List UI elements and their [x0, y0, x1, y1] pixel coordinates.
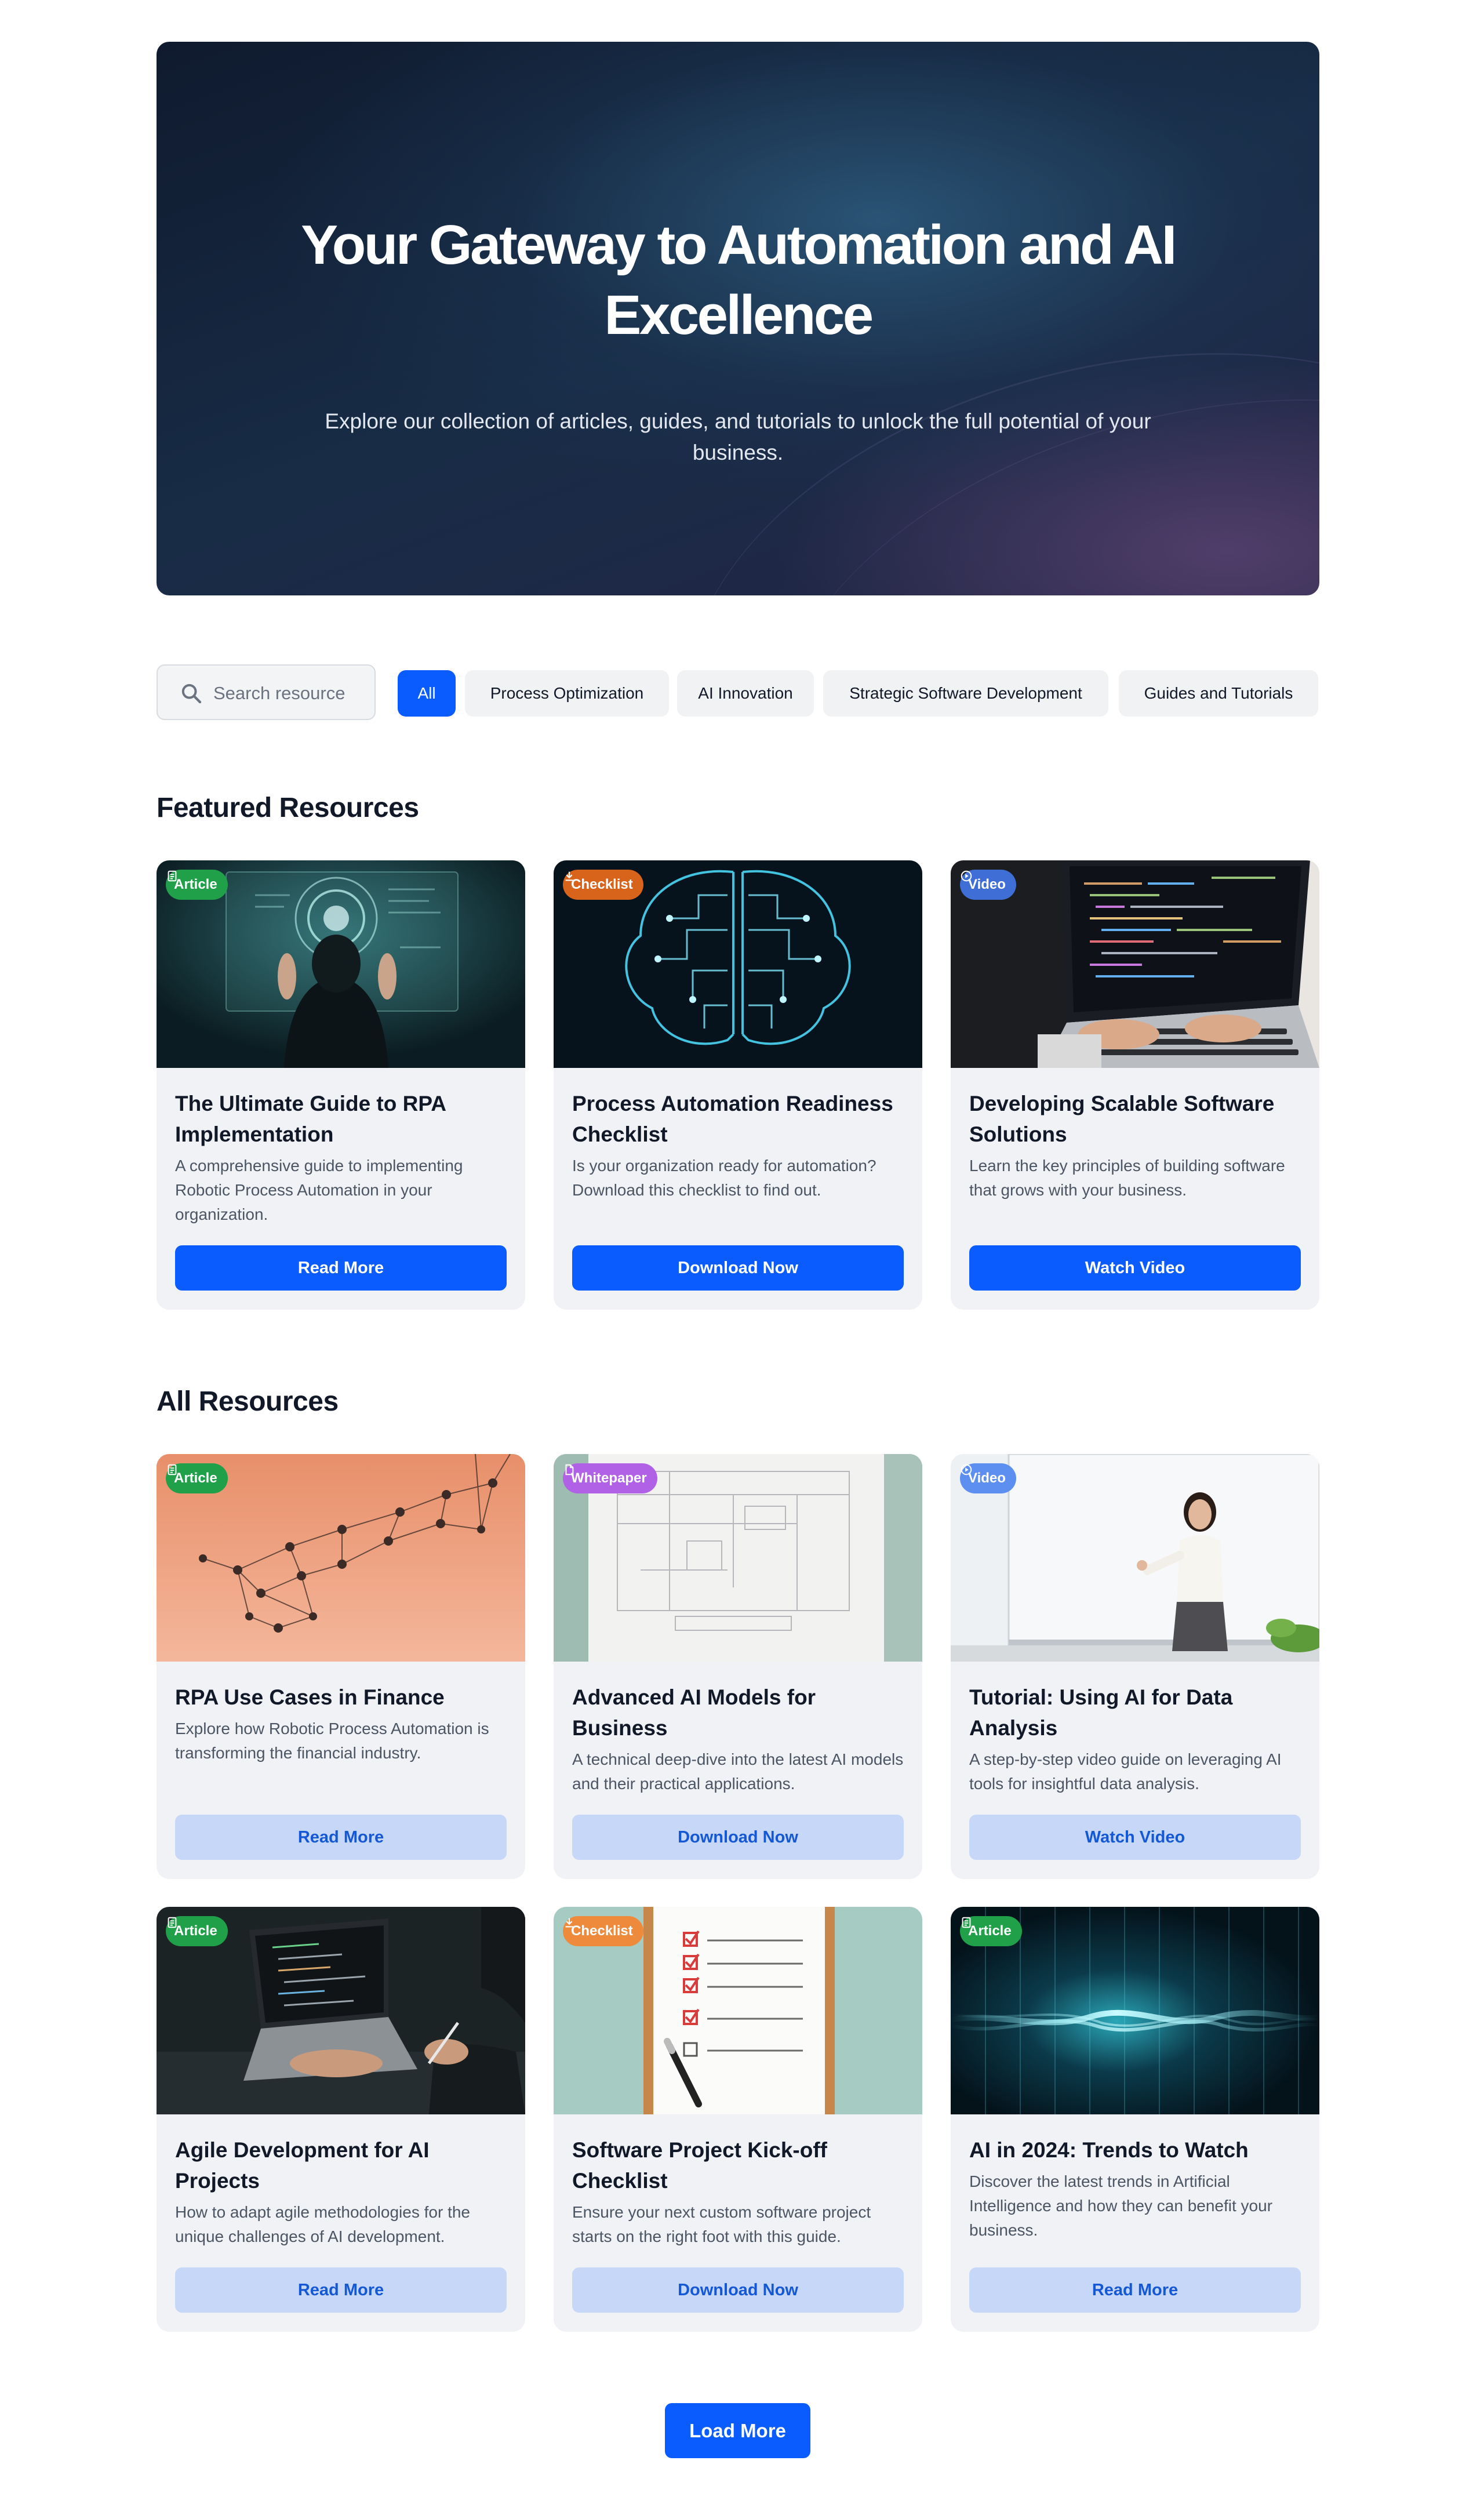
card-title: AI in 2024: Trends to Watch: [969, 2138, 1249, 2162]
card-title: Tutorial: Using AI for Data Analysis: [969, 1685, 1233, 1740]
filter-strategic-software-development[interactable]: Strategic Software Development: [823, 670, 1108, 717]
filter-process-optimization[interactable]: Process Optimization: [465, 670, 669, 717]
filter-ai-innovation[interactable]: AI Innovation: [677, 670, 814, 717]
document-icon: [962, 1917, 971, 1928]
resource-card[interactable]: Checklist Software Project Kick-off Chec…: [554, 1907, 922, 2332]
card-title: Developing Scalable Software Solutions: [969, 1092, 1275, 1146]
watch-video-button[interactable]: Watch Video: [969, 1245, 1301, 1291]
resource-card[interactable]: Article RPA Use Cases in Finance Explore…: [157, 1454, 525, 1879]
featured-section-title: Featured Resources: [157, 793, 419, 823]
file-icon: [565, 1464, 574, 1475]
resource-card[interactable]: Whitepaper Advanced AI Models for Busine…: [554, 1454, 922, 1879]
badge-article: Article: [166, 1463, 228, 1493]
resource-card[interactable]: Video Tutorial: Using AI for Data Analys…: [951, 1454, 1319, 1879]
badge-label: Article: [174, 877, 217, 892]
card-description: Explore how Robotic Process Automation i…: [175, 1720, 489, 1762]
all-resources-section-title: All Resources: [157, 1386, 339, 1417]
card-title: Software Project Kick-off Checklist: [572, 2138, 827, 2193]
card-title: Agile Development for AI Projects: [175, 2138, 430, 2193]
card-title: The Ultimate Guide to RPA Implementation: [175, 1092, 446, 1146]
play-icon: [961, 1464, 972, 1475]
document-icon: [168, 870, 177, 882]
search-box[interactable]: [157, 664, 376, 720]
document-icon: [168, 1464, 177, 1475]
badge-video: Video: [960, 870, 1016, 900]
read-more-button[interactable]: Read More: [175, 1245, 507, 1291]
card-description: How to adapt agile methodologies for the…: [175, 2203, 470, 2245]
filter-guides-tutorials[interactable]: Guides and Tutorials: [1119, 670, 1318, 717]
resource-card[interactable]: Article AI in 2024: Trends to Watch Disc…: [951, 1907, 1319, 2332]
badge-video: Video: [960, 1463, 1016, 1493]
resource-card[interactable]: Article Agile Development for AI Project…: [157, 1907, 525, 2332]
card-image: Video: [951, 1454, 1319, 1662]
card-image: Whitepaper: [554, 1454, 922, 1662]
card-description: A comprehensive guide to implementing Ro…: [175, 1157, 463, 1223]
card-title: Advanced AI Models for Business: [572, 1685, 816, 1740]
hero-subtitle: Explore our collection of articles, guid…: [325, 409, 1151, 464]
badge-label: Video: [968, 877, 1006, 892]
card-image: Article: [157, 1454, 525, 1662]
featured-card[interactable]: Video Developing Scalable Software Solut…: [951, 860, 1319, 1310]
card-image: Checklist: [554, 860, 922, 1068]
download-now-button[interactable]: Download Now: [572, 1245, 904, 1291]
read-more-button[interactable]: Read More: [175, 1815, 507, 1860]
hero-banner: Your Gateway to Automation and AI Excell…: [157, 42, 1319, 595]
badge-label: Checklist: [571, 1923, 633, 1939]
download-now-button[interactable]: Download Now: [572, 1815, 904, 1860]
search-icon: [181, 684, 202, 704]
card-image: Checklist: [554, 1907, 922, 2114]
card-description: Learn the key principles of building sof…: [969, 1157, 1285, 1199]
download-icon: [565, 871, 573, 881]
card-image: Video: [951, 860, 1319, 1068]
download-icon: [565, 1918, 573, 1928]
play-icon: [961, 870, 972, 882]
load-more-button[interactable]: Load More: [665, 2403, 810, 2458]
badge-label: Article: [174, 1470, 217, 1486]
card-title: Process Automation Readiness Checklist: [572, 1092, 893, 1146]
read-more-button[interactable]: Read More: [175, 2267, 507, 2313]
badge-article: Article: [960, 1916, 1022, 1946]
badge-label: Video: [968, 1470, 1006, 1486]
card-description: Discover the latest trends in Artificial…: [969, 2172, 1273, 2239]
featured-card[interactable]: Checklist Process Automation Readiness C…: [554, 860, 922, 1310]
card-description: Is your organization ready for automatio…: [572, 1157, 876, 1199]
card-description: A technical deep-dive into the latest AI…: [572, 1750, 904, 1793]
badge-checklist: Checklist: [563, 1916, 643, 1946]
download-now-button[interactable]: Download Now: [572, 2267, 904, 2313]
filter-all[interactable]: All: [398, 670, 456, 717]
card-description: Ensure your next custom software project…: [572, 2203, 871, 2245]
badge-whitepaper: Whitepaper: [563, 1463, 657, 1493]
badge-label: Article: [968, 1923, 1012, 1939]
search-input[interactable]: [213, 677, 370, 710]
card-image: Article: [951, 1907, 1319, 2114]
badge-article: Article: [166, 1916, 228, 1946]
badge-article: Article: [166, 870, 228, 900]
document-icon: [168, 1917, 177, 1928]
card-title: RPA Use Cases in Finance: [175, 1685, 445, 1709]
featured-card[interactable]: Article The Ultimate Guide to RPA Implem…: [157, 860, 525, 1310]
badge-label: Checklist: [571, 877, 633, 892]
badge-label: Article: [174, 1923, 217, 1939]
read-more-button[interactable]: Read More: [969, 2267, 1301, 2313]
card-description: A step-by-step video guide on leveraging…: [969, 1750, 1282, 1793]
badge-checklist: Checklist: [563, 870, 643, 900]
card-image: Article: [157, 1907, 525, 2114]
card-image: Article: [157, 860, 525, 1068]
badge-label: Whitepaper: [571, 1470, 647, 1486]
watch-video-button[interactable]: Watch Video: [969, 1815, 1301, 1860]
filter-bar: All Process Optimization AI Innovation S…: [157, 664, 1319, 720]
hero-title: Your Gateway to Automation and AI Excell…: [301, 214, 1177, 346]
